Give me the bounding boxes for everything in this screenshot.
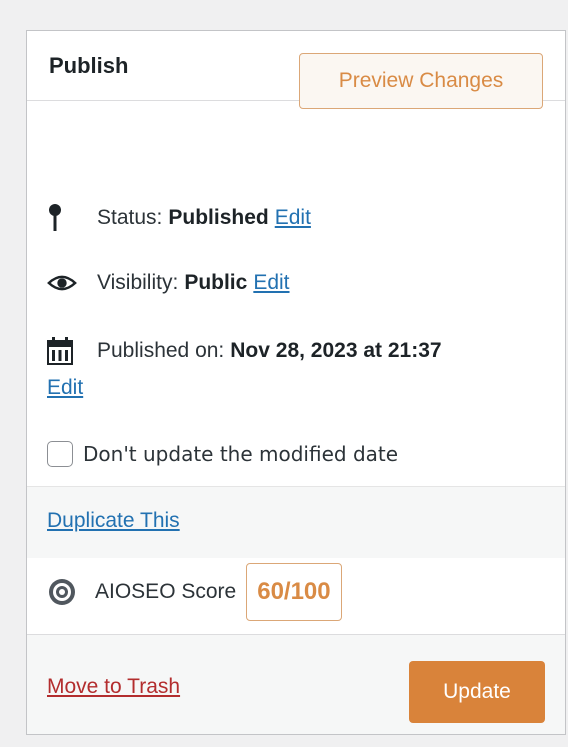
duplicate-this-link[interactable]: Duplicate This	[47, 509, 180, 533]
visibility-value: Public	[184, 271, 248, 294]
preview-changes-button[interactable]: Preview Changes	[299, 53, 543, 109]
status-row: Status: Published Edit	[47, 203, 311, 233]
calendar-icon	[47, 337, 77, 365]
aioseo-score-label: AIOSEO Score	[95, 580, 237, 603]
pin-icon	[47, 203, 77, 233]
visibility-label: Visibility:	[97, 271, 179, 294]
aioseo-score-row: AIOSEO Score 60/100	[47, 563, 342, 621]
panel-footer: Move to Trash Update	[27, 634, 565, 734]
eye-icon	[47, 272, 77, 294]
aioseo-gear-icon	[47, 577, 77, 607]
visibility-edit-link[interactable]: Edit	[253, 271, 289, 295]
status-value: Published	[168, 206, 269, 229]
status-edit-link[interactable]: Edit	[275, 206, 311, 230]
modified-date-option: Don't update the modified date	[47, 441, 398, 467]
visibility-row: Visibility: Public Edit	[47, 271, 290, 295]
published-on-edit-link[interactable]: Edit	[47, 376, 83, 400]
move-to-trash-link[interactable]: Move to Trash	[47, 675, 180, 699]
aioseo-score-badge[interactable]: 60/100	[246, 563, 342, 621]
update-button[interactable]: Update	[409, 661, 545, 723]
duplicate-section: Duplicate This	[27, 486, 565, 558]
modified-date-checkbox[interactable]	[47, 441, 73, 467]
published-on-label: Published on:	[97, 339, 225, 362]
status-label: Status:	[97, 206, 163, 229]
modified-date-label[interactable]: Don't update the modified date	[83, 442, 398, 466]
published-on-row: Published on: Nov 28, 2023 at 21:37	[47, 337, 442, 365]
published-on-value: Nov 28, 2023 at 21:37	[230, 339, 442, 362]
publish-panel: Publish Preview Changes Status: Publishe…	[26, 30, 566, 735]
